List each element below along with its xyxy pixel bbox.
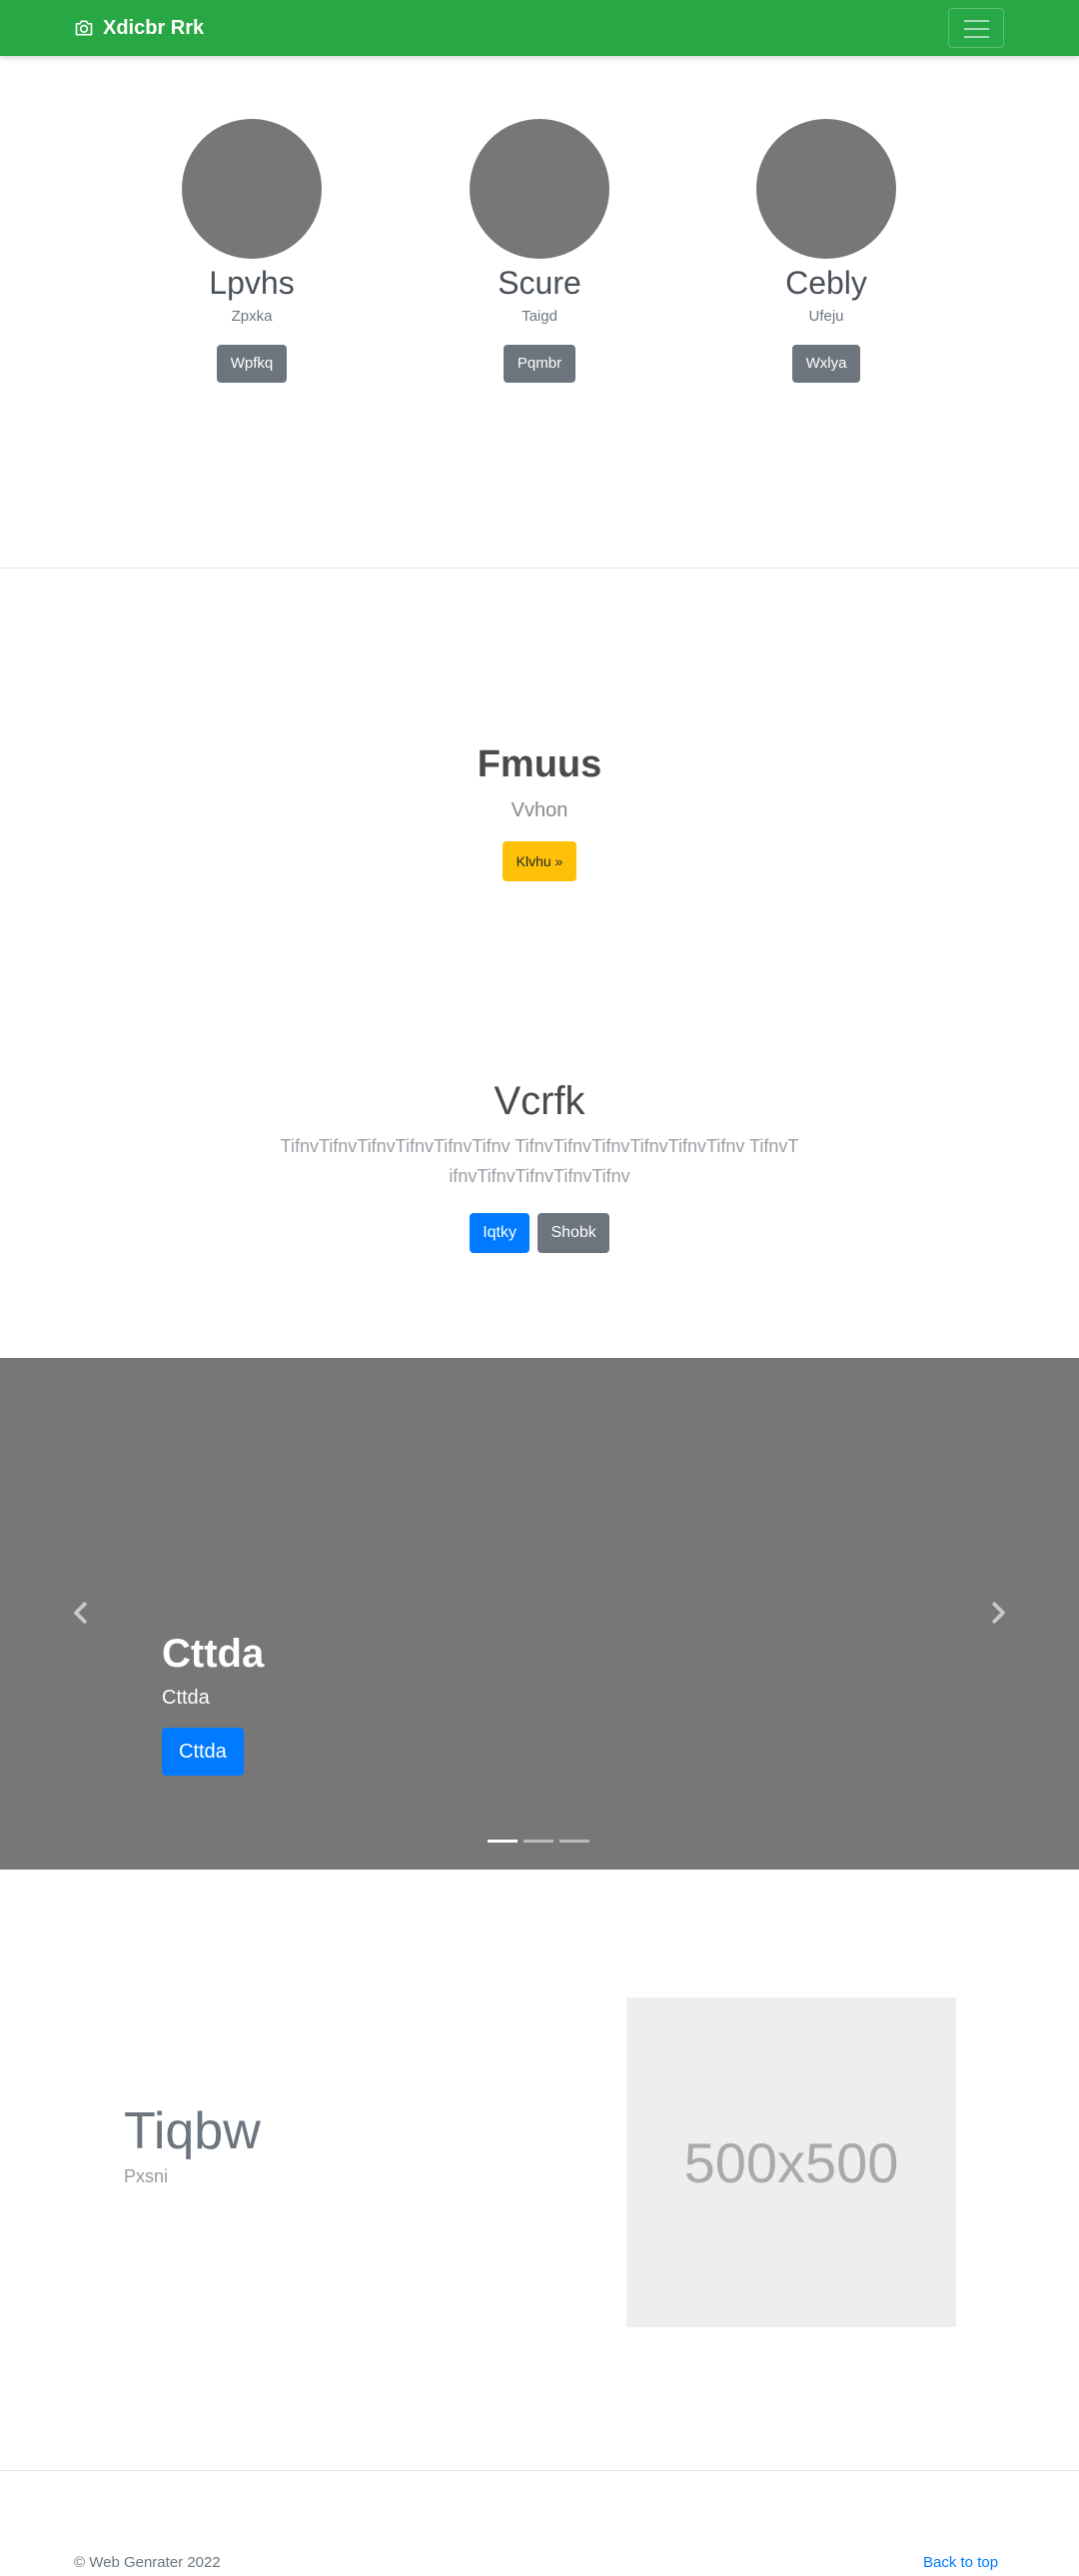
team-card: Cebly Ufeju Wxlya	[706, 119, 946, 383]
hamburger-icon	[964, 20, 989, 22]
feature-subtitle: Pxsni	[124, 2166, 169, 2186]
jumbotron-paragraph: TifnvTifnvTifnvTifnvTifnvTifnv TifnvTifn…	[280, 1136, 799, 1186]
placeholder-image-label: 500x500	[683, 2130, 899, 2194]
jumbotron-primary-button[interactable]: Iqtky	[470, 1213, 530, 1253]
team-member-name: Cebly	[785, 265, 867, 301]
team-member-name: Scure	[498, 265, 581, 301]
team-member-role: Ufeju	[808, 308, 844, 325]
carousel-indicator[interactable]	[559, 1840, 589, 1843]
avatar	[182, 119, 322, 259]
footer-copyright: © Web Genrater 2022	[74, 2554, 221, 2571]
jumbotron-section: Vcrfk TifnvTifnvTifnvTifnvTifnvTifnv Tif…	[0, 1071, 1079, 1253]
carousel-title: Cttda	[162, 1632, 265, 1676]
hero-cta-button[interactable]: Klvhu »	[502, 841, 577, 881]
team-member-button[interactable]: Pqmbr	[503, 345, 576, 383]
chevron-left-icon	[74, 1602, 87, 1624]
carousel-indicator[interactable]	[524, 1840, 553, 1843]
back-to-top-link[interactable]: Back to top	[923, 2553, 998, 2573]
feature-text: Tiqbw Pxsni	[124, 2098, 261, 2188]
chevron-right-icon	[992, 1602, 1005, 1624]
team-member-button[interactable]: Wxlya	[791, 345, 861, 383]
hero-section: Fmuus Vvhon Klvhu »	[0, 739, 1079, 881]
carousel-next-button[interactable]	[983, 1598, 1013, 1628]
avatar	[756, 119, 896, 259]
feature-title: Tiqbw	[124, 2102, 261, 2160]
team-member-name: Lpvhs	[209, 265, 295, 301]
jumbotron-buttons: Iqtky Shobk	[0, 1213, 1079, 1253]
brand-link[interactable]: Xdicbr Rrk	[74, 15, 204, 41]
team-member-role: Taigd	[522, 308, 557, 325]
hero-subtitle: Vvhon	[511, 799, 568, 821]
navbar-toggler-button[interactable]	[948, 8, 1004, 48]
carousel-indicators	[488, 1840, 589, 1843]
jumbotron-title: Vcrfk	[494, 1079, 585, 1123]
hero-title: Fmuus	[477, 743, 602, 785]
team-card: Scure Taigd Pqmbr	[420, 119, 659, 383]
carousel-prev-button[interactable]	[66, 1598, 96, 1628]
team-member-button[interactable]: Wpfkq	[216, 345, 288, 383]
team-member-role: Zpxka	[231, 308, 273, 325]
jumbotron-secondary-button[interactable]: Shobk	[538, 1213, 609, 1253]
carousel-caption: Cttda Cttda Cttda	[162, 1628, 264, 1776]
brand-name: Xdicbr Rrk	[103, 16, 205, 39]
carousel-indicator[interactable]	[488, 1840, 518, 1843]
navbar: Xdicbr Rrk	[0, 0, 1079, 56]
placeholder-image: 500x500	[626, 1997, 956, 2327]
footer-divider	[0, 2470, 1079, 2471]
carousel-button[interactable]: Cttda	[162, 1728, 244, 1776]
avatar	[470, 119, 609, 259]
carousel-subtitle: Cttda	[162, 1687, 210, 1709]
section-divider	[0, 568, 1079, 569]
carousel: Cttda Cttda Cttda	[0, 1358, 1079, 1870]
team-card: Lpvhs Zpxka Wpfkq	[132, 119, 372, 383]
camera-icon	[75, 20, 93, 36]
